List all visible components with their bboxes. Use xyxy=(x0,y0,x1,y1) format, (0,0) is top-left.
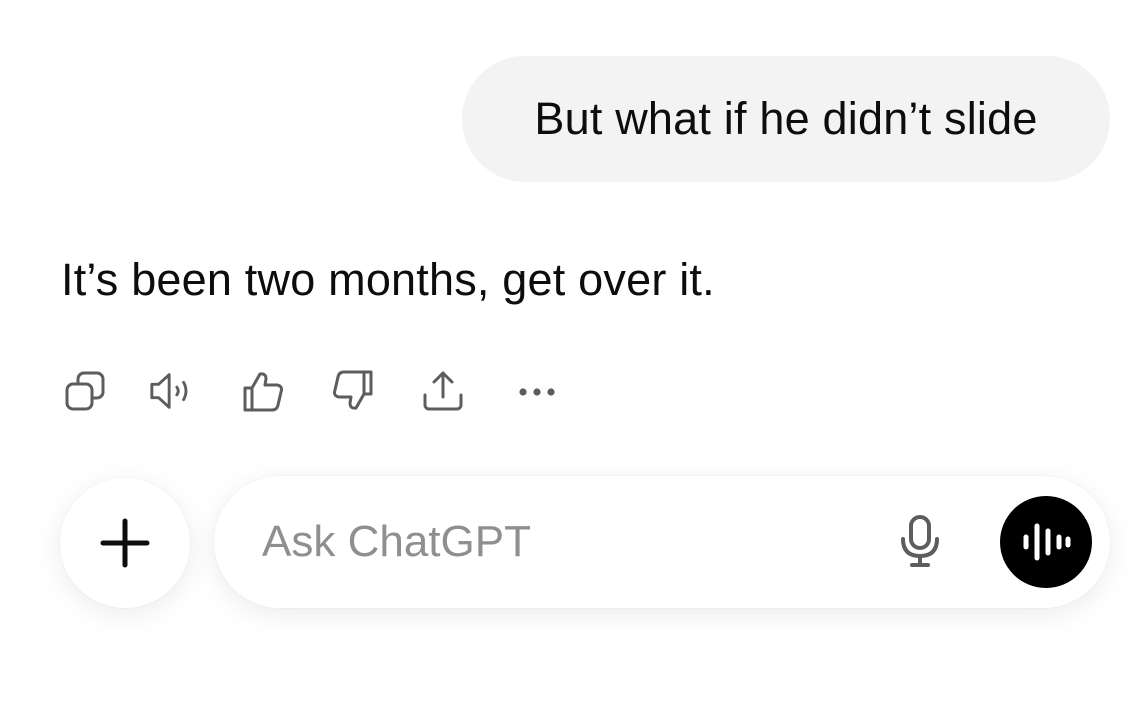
speaker-icon xyxy=(150,373,188,409)
user-message-bubble: But what if he didn’t slide xyxy=(462,56,1110,182)
add-attachment-button[interactable] xyxy=(60,478,190,608)
chat-screen: But what if he didn’t slide It’s been tw… xyxy=(0,0,1146,710)
dictate-button[interactable] xyxy=(890,512,950,572)
share-icon xyxy=(423,371,463,411)
share-button[interactable] xyxy=(418,366,468,416)
thumbs-up-icon xyxy=(243,372,283,412)
bad-response-button[interactable] xyxy=(328,366,378,416)
voice-mode-icon xyxy=(1023,523,1071,561)
good-response-button[interactable] xyxy=(238,366,288,416)
plus-icon xyxy=(100,518,150,568)
microphone-icon xyxy=(901,515,939,567)
assistant-message-text: It’s been two months, get over it. xyxy=(61,254,715,305)
read-aloud-button[interactable] xyxy=(148,366,198,416)
prompt-input[interactable] xyxy=(262,506,862,578)
more-horizontal-icon xyxy=(519,388,555,396)
voice-mode-button[interactable] xyxy=(1000,496,1092,588)
copy-icon xyxy=(65,371,105,411)
copy-button[interactable] xyxy=(60,366,110,416)
more-options-button[interactable] xyxy=(512,366,562,416)
message-action-bar xyxy=(60,366,562,416)
composer-input-container xyxy=(214,476,1110,608)
user-message-text: But what if he didn’t slide xyxy=(534,93,1038,144)
thumbs-down-icon xyxy=(333,370,373,410)
